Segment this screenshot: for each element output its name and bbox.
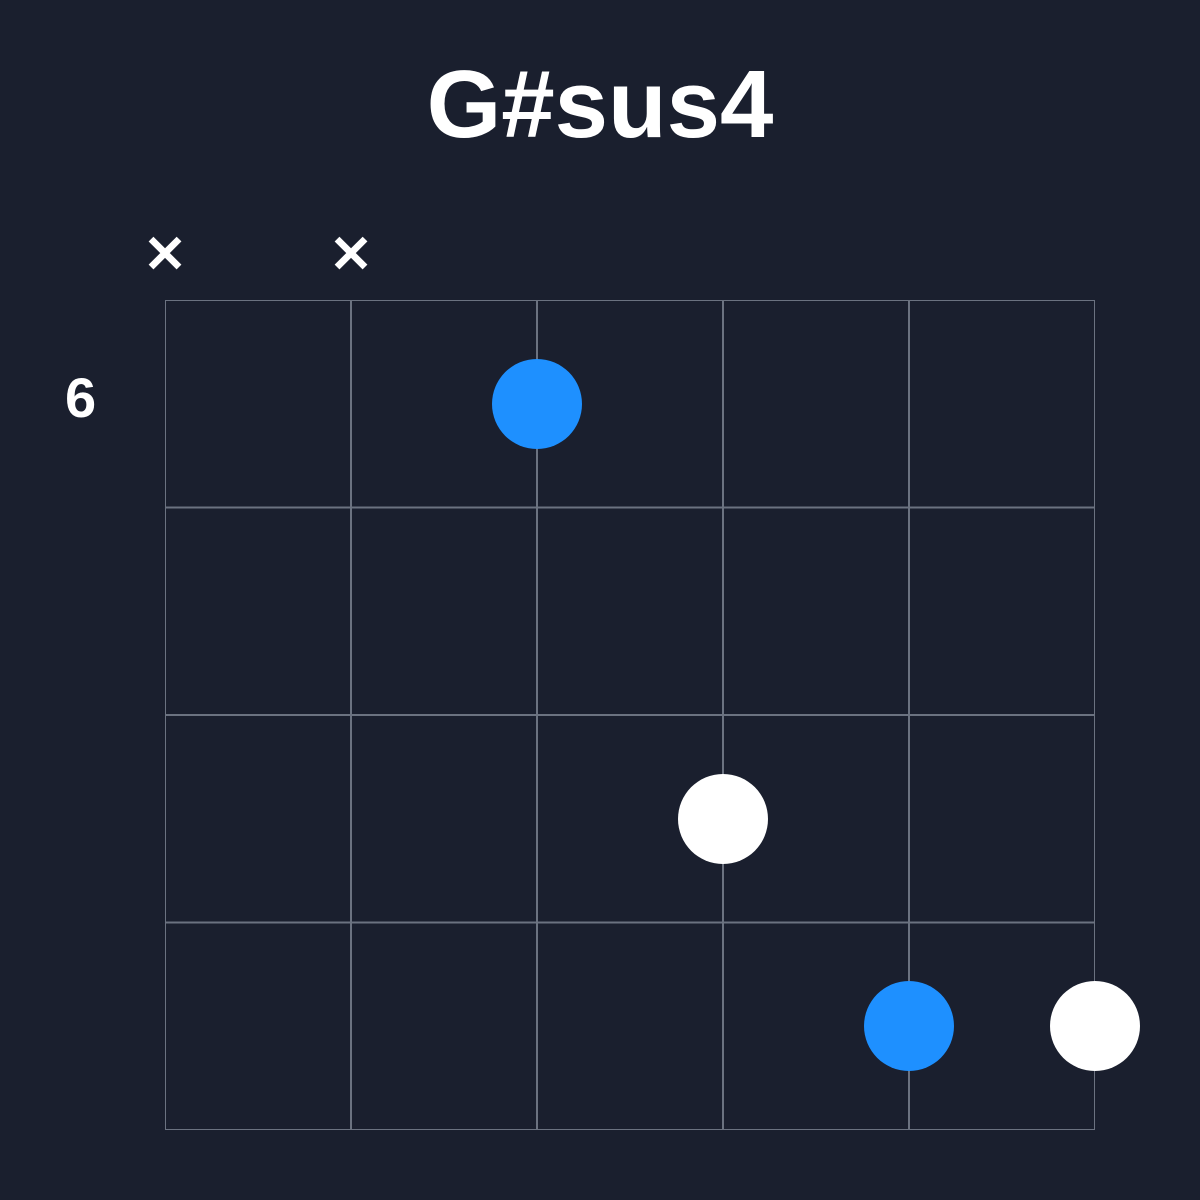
chord-name-title: G#sus4 [0,50,1200,160]
muted-string-indicator: ✕ [143,229,187,281]
finger-dot-root [492,359,582,449]
starting-fret-label: 6 [65,365,96,430]
finger-dot [678,774,768,864]
finger-dot [1050,981,1140,1071]
muted-string-indicator: ✕ [329,229,373,281]
chord-diagram: 6 ✕✕ [165,300,1095,1130]
finger-dot-root [864,981,954,1071]
fretboard-grid [165,300,1095,1130]
